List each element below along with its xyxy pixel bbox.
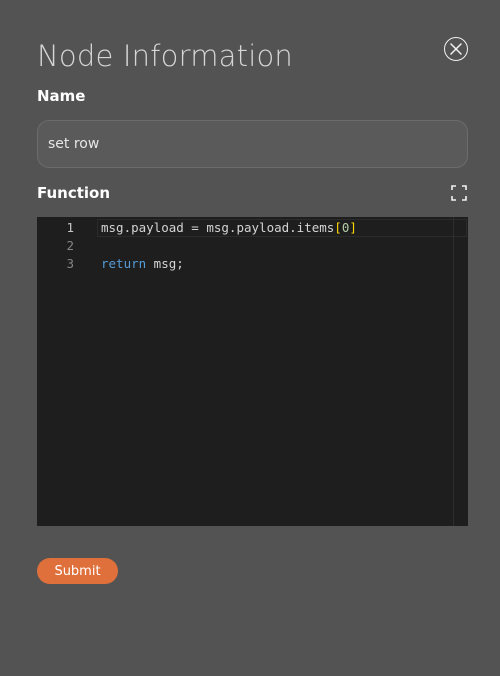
fullscreen-icon — [451, 185, 467, 201]
code-bracket: [ — [334, 220, 342, 235]
node-information-dialog: Node Information Name Function 1 2 3 msg… — [0, 0, 500, 676]
close-icon — [450, 43, 462, 55]
name-label: Name — [37, 87, 86, 105]
code-line: msg.payload = msg.payload.items[0] — [101, 219, 357, 237]
editor-ruler — [453, 217, 454, 526]
function-label: Function — [37, 184, 111, 202]
code-token: msg.payload = msg.payload.items — [101, 220, 335, 235]
submit-button[interactable]: Submit — [37, 558, 118, 584]
name-input[interactable] — [37, 120, 468, 168]
fullscreen-button[interactable] — [451, 185, 467, 201]
code-editor[interactable]: 1 2 3 msg.payload = msg.payload.items[0]… — [37, 217, 468, 526]
line-number: 3 — [66, 256, 74, 271]
code-bracket: ] — [349, 220, 357, 235]
line-number: 1 — [66, 220, 74, 235]
code-line: return msg; — [101, 255, 184, 273]
close-button[interactable] — [444, 37, 468, 61]
dialog-title: Node Information — [37, 39, 293, 73]
code-token: msg; — [146, 256, 184, 271]
code-keyword: return — [101, 256, 147, 271]
line-number: 2 — [66, 238, 74, 253]
